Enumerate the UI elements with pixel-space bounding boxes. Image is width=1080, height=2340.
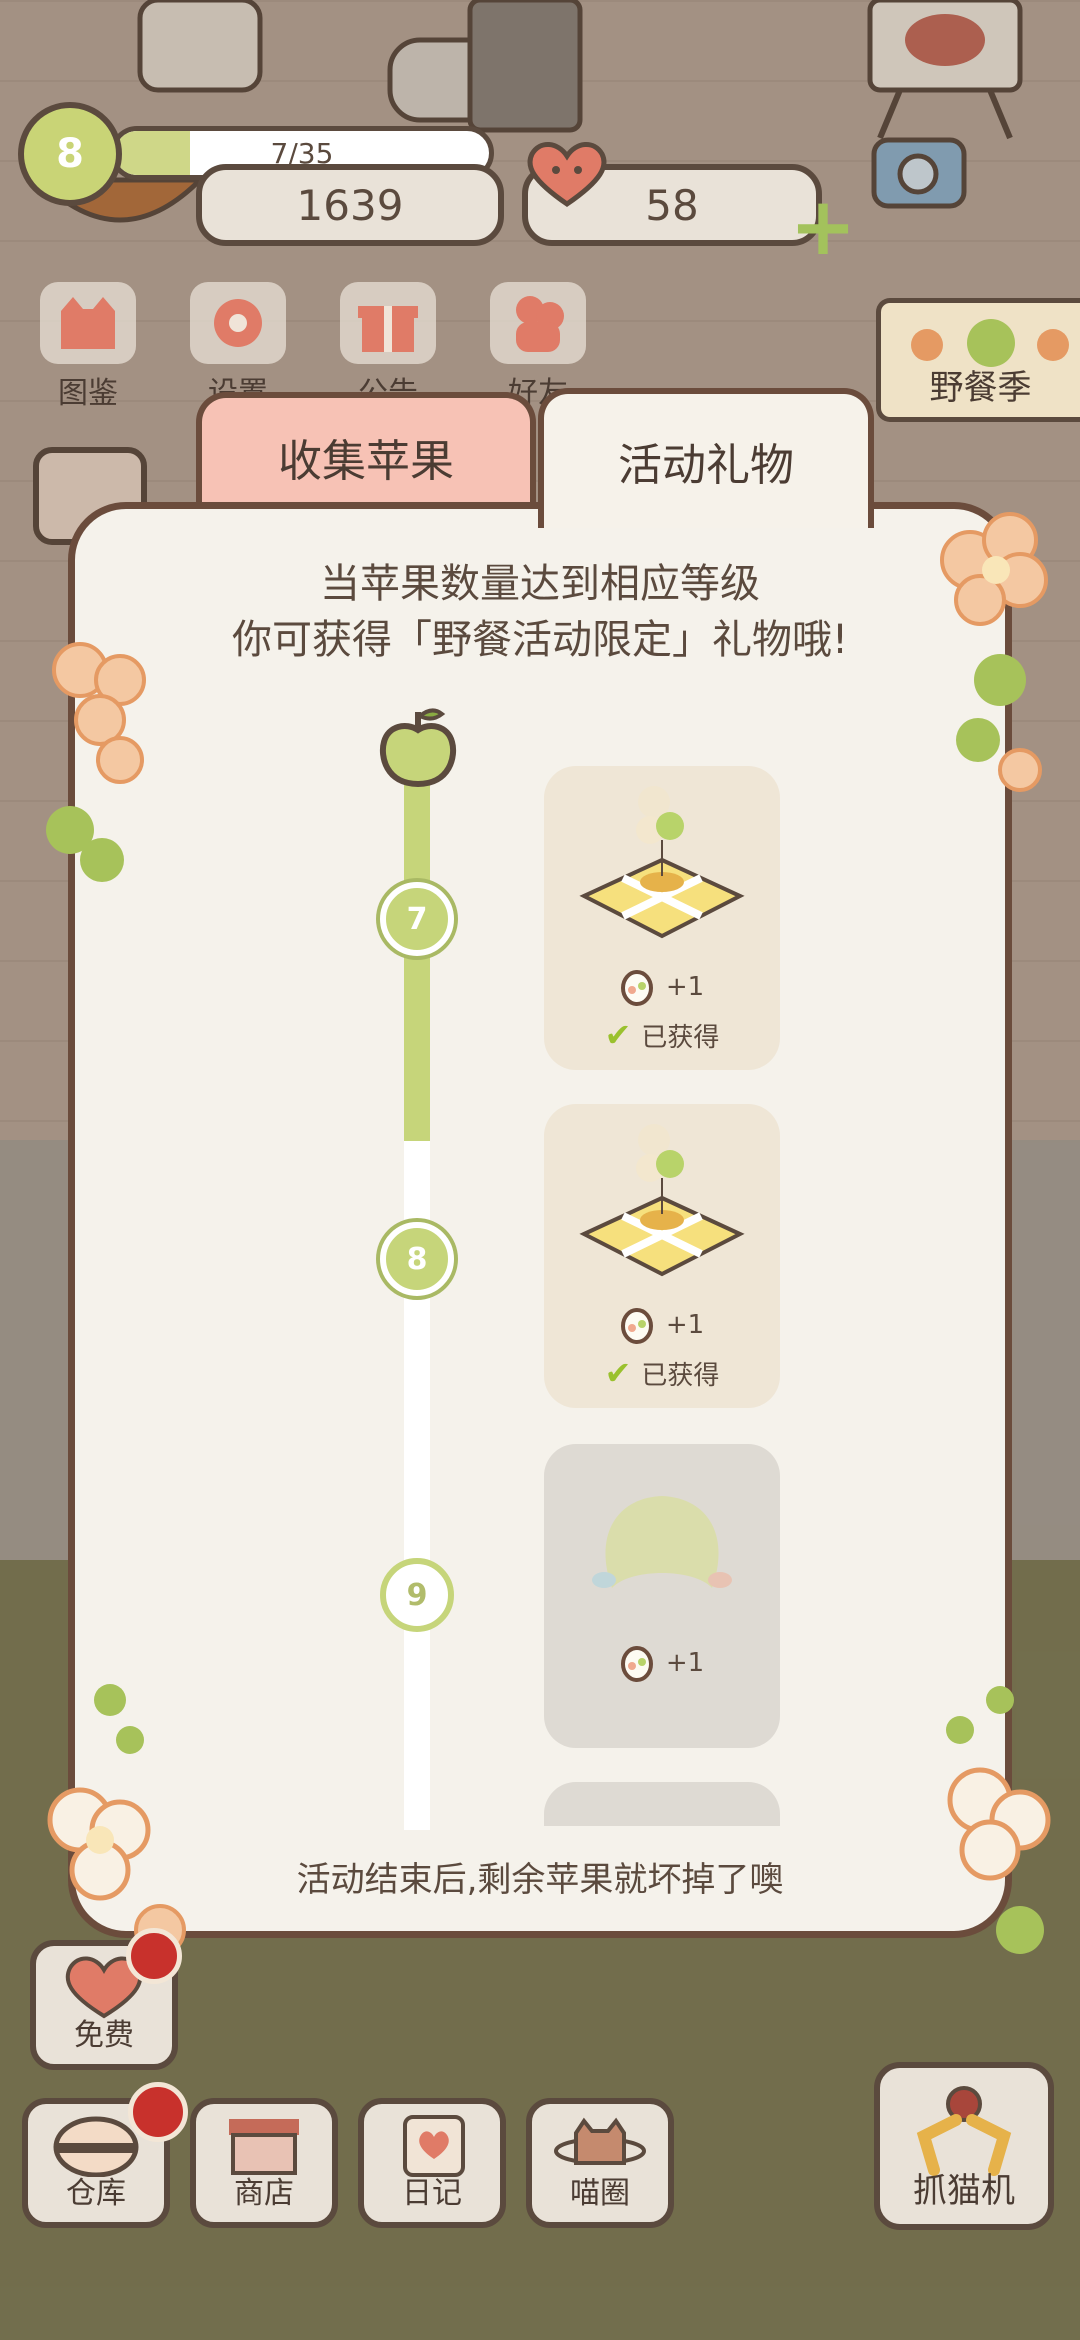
diary-label: 日记: [402, 2176, 462, 2211]
coin-count: 1639: [296, 180, 404, 230]
egg-icon: [620, 1646, 653, 1682]
cat-circle-label: 喵圈: [570, 2176, 630, 2211]
reward-count-level-9-value: +1: [665, 1648, 705, 1678]
claw-machine-button[interactable]: 抓猫机: [874, 2062, 1054, 2230]
reward-status-level-8: ✔ 已获得: [544, 1354, 780, 1392]
apple-icon: [379, 708, 457, 788]
reward-status-level-8-text: 已获得: [641, 1360, 720, 1391]
player-level-value: 8: [56, 131, 84, 177]
egg-icon: [620, 970, 653, 1006]
reward-card-level-8[interactable]: +1 ✔ 已获得: [544, 1104, 780, 1408]
free-hearts-label: 免费: [74, 2018, 134, 2053]
flower-decoration: [47, 1684, 186, 1956]
reward-level-8-value: 8: [406, 1241, 428, 1277]
menu-collection[interactable]: 图鉴: [28, 282, 148, 412]
picnic-blanket-icon: [579, 1124, 745, 1277]
reward-level-node-8: 8: [380, 1222, 454, 1296]
picnic-season-event-button[interactable]: 野餐季: [876, 298, 1080, 422]
warehouse-label: 仓库: [66, 2176, 126, 2211]
picnic-blanket-icon: [579, 786, 745, 939]
reward-card-level-7[interactable]: +1 ✔ 已获得: [544, 766, 780, 1070]
reward-count-level-8: +1: [544, 1306, 780, 1344]
reward-card-level-9[interactable]: +1: [544, 1444, 780, 1748]
tab-event-gifts[interactable]: 活动礼物: [538, 388, 874, 528]
reward-level-7-value: 7: [406, 901, 428, 937]
gear-icon: [190, 282, 286, 364]
picnic-season-label: 野餐季: [929, 368, 1032, 408]
claw-machine-label: 抓猫机: [913, 2171, 1015, 2211]
flower-decoration: [946, 1686, 1051, 1954]
cat-book-icon: [40, 282, 136, 364]
reward-count-level-7: +1: [544, 968, 780, 1006]
tab-collect-apples-label: 收集苹果: [278, 436, 454, 487]
cat-circle-button[interactable]: 喵圈: [526, 2098, 674, 2228]
reward-status-level-7: ✔ 已获得: [544, 1016, 780, 1054]
shop-label: 商店: [234, 2176, 294, 2211]
event-gift-modal: [68, 502, 1012, 1938]
reward-status-level-7-text: 已获得: [641, 1022, 720, 1053]
notification-badge: [128, 2082, 188, 2142]
flower-decoration: [46, 642, 146, 882]
reward-count-level-8-value: +1: [665, 1310, 705, 1340]
heart-count: 58: [645, 180, 699, 230]
flower-decoration: [940, 512, 1048, 792]
checkmark-icon: ✔: [604, 1354, 632, 1392]
friends-icon: [490, 282, 586, 364]
coin-counter: 1639: [196, 164, 504, 246]
shop-button[interactable]: 商店: [190, 2098, 338, 2228]
menu-collection-label: 图鉴: [58, 376, 118, 411]
gift-icon: [340, 282, 436, 364]
heart-currency-icon: [527, 142, 607, 208]
diary-button[interactable]: 日记: [358, 2098, 506, 2228]
reward-level-9-value: 9: [406, 1577, 428, 1613]
tab-collect-apples[interactable]: 收集苹果: [196, 392, 536, 516]
reward-count-level-9: +1: [544, 1644, 780, 1682]
add-hearts-button[interactable]: +: [788, 187, 858, 267]
reward-count-level-7-value: +1: [665, 972, 705, 1002]
reward-level-node-9: 9: [380, 1558, 454, 1632]
player-level-badge[interactable]: 8: [18, 102, 122, 206]
notification-badge: [126, 1928, 182, 1984]
checkmark-icon: ✔: [604, 1016, 632, 1054]
egg-icon: [620, 1308, 653, 1344]
reward-card-next-peek: [544, 1782, 780, 1826]
tab-event-gifts-label: 活动礼物: [618, 440, 794, 491]
reward-level-node-7: 7: [380, 882, 454, 956]
hair-accessory-icon: [592, 1496, 732, 1588]
